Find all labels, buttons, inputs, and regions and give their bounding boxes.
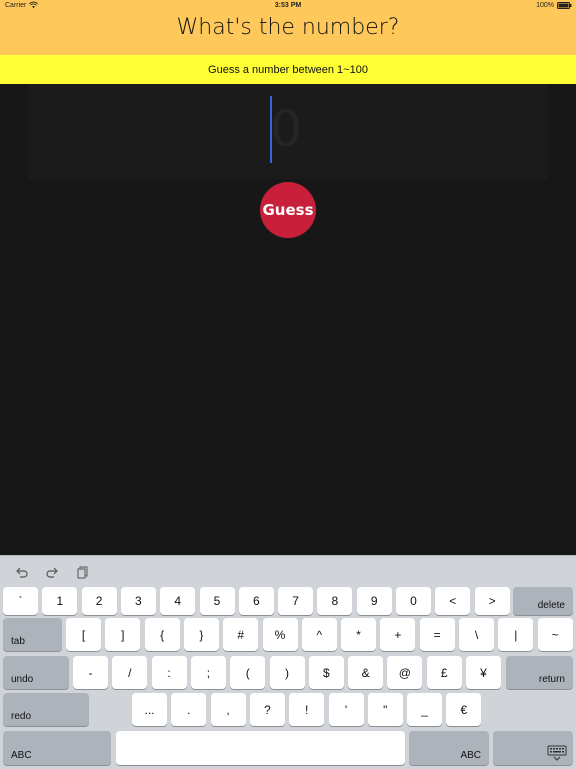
- space-bar[interactable]: [116, 731, 405, 765]
- key-sym3-3[interactable]: ?: [249, 693, 285, 726]
- key-sym2-6[interactable]: $: [308, 656, 344, 689]
- key-5[interactable]: 5: [199, 587, 235, 615]
- battery-icon: [557, 2, 572, 9]
- key-sym3-7[interactable]: _: [407, 693, 443, 726]
- key-sym3-1[interactable]: .: [171, 693, 207, 726]
- key-sym2-4[interactable]: (: [230, 656, 266, 689]
- abc-key-right[interactable]: ABC: [409, 731, 489, 765]
- key-sym-11[interactable]: |: [498, 618, 534, 651]
- key-sym-4[interactable]: #: [223, 618, 259, 651]
- page-title: What's the number?: [176, 15, 400, 40]
- key-sym3-8[interactable]: €: [446, 693, 482, 726]
- key-sym-8[interactable]: +: [380, 618, 416, 651]
- key-sym3-0[interactable]: ...: [132, 693, 167, 726]
- key-sym3-6[interactable]: ": [367, 693, 403, 726]
- key-sym2-1[interactable]: /: [112, 656, 148, 689]
- key-sym2-3[interactable]: ;: [190, 656, 226, 689]
- key-10[interactable]: 0: [396, 587, 431, 615]
- key-sym2-7[interactable]: &: [348, 656, 384, 689]
- key-sym-6[interactable]: ^: [301, 618, 337, 651]
- redo-arrow-icon[interactable]: [45, 565, 59, 579]
- key-4[interactable]: 4: [160, 587, 196, 615]
- key-7[interactable]: 7: [278, 587, 314, 615]
- key-sym2-2[interactable]: :: [151, 656, 187, 689]
- key-11[interactable]: <: [435, 587, 471, 615]
- key-sym-3[interactable]: }: [183, 618, 219, 651]
- key-sym2-8[interactable]: @: [387, 656, 423, 689]
- key-sym2-0[interactable]: -: [73, 656, 108, 689]
- guess-button[interactable]: Guess: [260, 182, 316, 238]
- key-sym3-4[interactable]: !: [289, 693, 325, 726]
- undo-key[interactable]: undo: [3, 656, 69, 689]
- keyboard-dismiss-icon[interactable]: [547, 745, 567, 761]
- key-sym-0[interactable]: [: [66, 618, 101, 651]
- key-sym-1[interactable]: ]: [105, 618, 141, 651]
- hint-text: Guess a number between 1~100: [208, 63, 368, 76]
- undo-arrow-icon[interactable]: [15, 565, 29, 579]
- return-key[interactable]: return: [506, 656, 573, 689]
- redo-key[interactable]: redo: [3, 693, 89, 726]
- key-sym2-10[interactable]: ¥: [466, 656, 501, 689]
- clock-overlay: 3:53 PM: [274, 2, 302, 9]
- key-6[interactable]: 6: [238, 587, 274, 615]
- key-1[interactable]: 1: [42, 587, 78, 615]
- key-sym2-9[interactable]: £: [426, 656, 462, 689]
- key-0[interactable]: `: [3, 587, 38, 615]
- key-sym3-5[interactable]: ': [328, 693, 364, 726]
- hint-banner: Guess a number between 1~100: [0, 55, 576, 84]
- key-3[interactable]: 3: [120, 587, 156, 615]
- status-bar-overlay: Carrier 3:53 PM 100%: [0, 0, 576, 12]
- key-9[interactable]: 9: [356, 587, 392, 615]
- key-sym2-5[interactable]: ): [269, 656, 305, 689]
- key-sym-5[interactable]: %: [262, 618, 298, 651]
- key-sym-7[interactable]: *: [341, 618, 377, 651]
- key-sym3-2[interactable]: ,: [210, 693, 246, 726]
- key-2[interactable]: 2: [81, 587, 117, 615]
- key-8[interactable]: 8: [317, 587, 353, 615]
- tab-key[interactable]: tab: [3, 618, 62, 651]
- number-input-placeholder: 0: [270, 100, 302, 158]
- key-sym-12[interactable]: ~: [537, 618, 573, 651]
- key-sym-10[interactable]: \: [459, 618, 494, 651]
- text-cursor: [270, 96, 272, 163]
- abc-key-left[interactable]: ABC: [3, 731, 111, 765]
- key-sym-2[interactable]: {: [144, 618, 180, 651]
- key-sym-9[interactable]: =: [419, 618, 455, 651]
- paste-icon[interactable]: [76, 565, 90, 579]
- delete-key[interactable]: delete: [513, 587, 573, 615]
- key-12[interactable]: >: [474, 587, 510, 615]
- battery-percent-overlay: 100%: [536, 2, 554, 9]
